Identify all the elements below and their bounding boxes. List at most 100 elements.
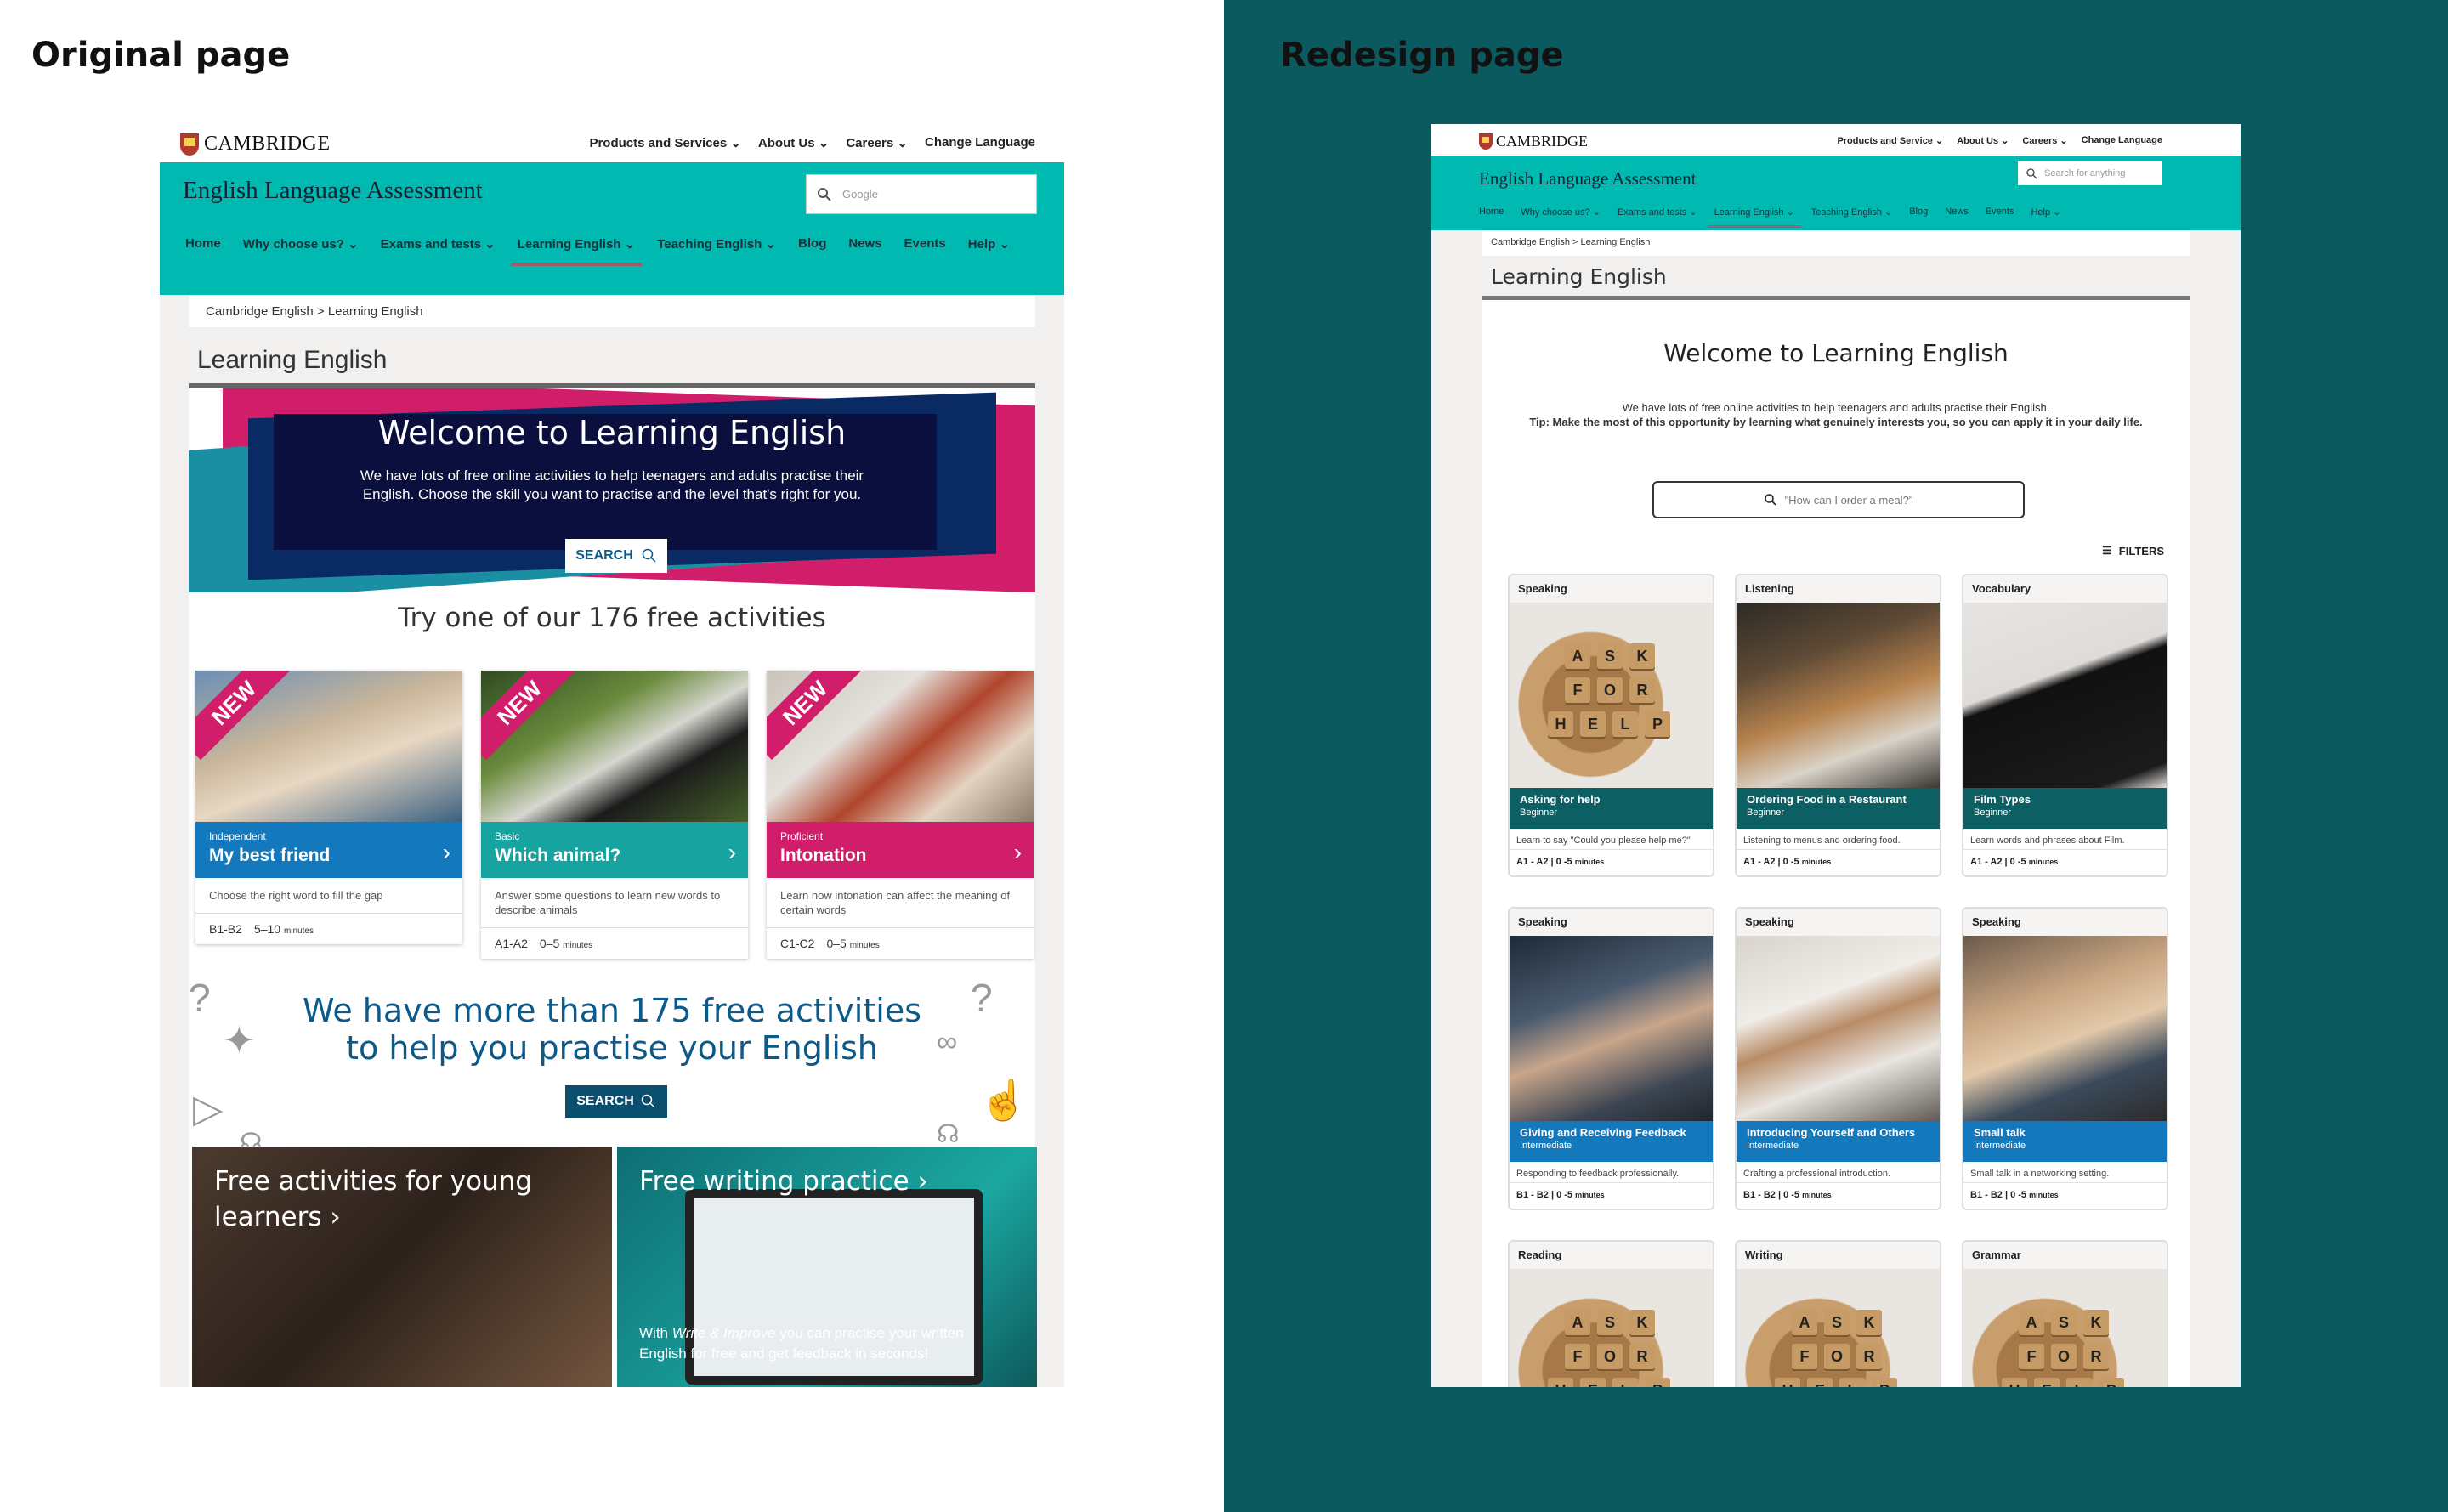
page-title: Learning English (189, 327, 1035, 388)
nav-events[interactable]: Events (904, 236, 946, 252)
activity-title: Introducing Yourself and Others (1747, 1126, 1916, 1139)
nav-why-choose-us[interactable]: Why choose us? ⌄ (243, 236, 359, 252)
nav-home[interactable]: Home (1479, 207, 1504, 218)
letter-tile: E (1807, 1378, 1833, 1387)
activity-category: Speaking (1510, 575, 1713, 603)
intro-tip: Tip: Make the most of this opportunity b… (1529, 416, 2143, 428)
activity-meta: C1-C2 0–5 minutes (767, 927, 1034, 959)
activity-band: Asking for help Beginner (1510, 788, 1713, 829)
cambridge-logo[interactable]: CAMBRIDGE (180, 133, 331, 156)
nav-blog[interactable]: Blog (1909, 207, 1928, 218)
letter-tile: E (1580, 711, 1606, 737)
letter-tile: F (1565, 677, 1590, 703)
nav-help[interactable]: Help ⌄ (2031, 207, 2060, 218)
letter-tile: F (1792, 1344, 1817, 1369)
activity-meta: B1 - B2 | 0 -5 minutes (1964, 1183, 2167, 1207)
search-placeholder: Search for anything (2044, 168, 2126, 178)
activity-card[interactable]: Writing ASK FOR HELP (1735, 1240, 1941, 1387)
letter-tile: F (2019, 1344, 2044, 1369)
meta-unit: minutes (1802, 1191, 1832, 1199)
nav-blog[interactable]: Blog (798, 236, 826, 252)
filters-button[interactable]: ☰ FILTERS (2102, 544, 2164, 558)
breadcrumb[interactable]: Cambridge English > Learning English (1482, 230, 2190, 256)
activity-card[interactable]: NEW Basic Which animal? › Answer some qu… (481, 671, 748, 959)
redesign-topbar: CAMBRIDGE Products and Service ⌄ About U… (1431, 124, 2241, 156)
nav-home[interactable]: Home (185, 236, 221, 252)
brand-name[interactable]: English Language Assessment (183, 177, 483, 205)
nav-help[interactable]: Help ⌄ (968, 236, 1010, 252)
activity-card[interactable]: Speaking Introducing Yourself and Others I… (1735, 907, 1941, 1210)
brand-name[interactable]: English Language Assessment (1479, 168, 1696, 190)
nav-news[interactable]: News (848, 236, 881, 252)
topnav-about[interactable]: About Us ⌄ (758, 135, 829, 150)
activity-card[interactable]: Speaking Giving and Receiving Feedback Int… (1508, 907, 1714, 1210)
welcome-heading: Welcome to Learning English (1663, 339, 2009, 367)
hero-search-button[interactable]: SEARCH (565, 539, 667, 573)
nav-exams[interactable]: Exams and tests ⌄ (381, 236, 496, 252)
more-activities-heading: We have more than 175 free activities to… (189, 992, 1035, 1067)
cambridge-logo[interactable]: CAMBRIDGE (1479, 133, 1588, 150)
writing-practice-promo[interactable]: Free writing practice › With Write & Imp… (617, 1147, 1037, 1387)
topnav-change-language[interactable]: Change Language (925, 135, 1035, 150)
nav-events[interactable]: Events (1986, 207, 2014, 218)
topnav-about[interactable]: About Us ⌄ (1957, 135, 2009, 146)
chevron-right-icon: › (442, 839, 450, 865)
search-input[interactable]: Google (806, 174, 1037, 214)
activity-band: Basic Which animal? › (481, 822, 748, 878)
time-value: 5–10 (253, 922, 281, 936)
promo-title-line: Free activities for young (214, 1166, 533, 1197)
topnav-label: About Us (757, 136, 815, 150)
activity-level: Beginner (1747, 807, 1785, 818)
young-learners-promo[interactable]: Free activities for young learners › (192, 1147, 612, 1387)
nav-why-choose-us[interactable]: Why choose us? ⌄ (1521, 207, 1601, 218)
activity-card[interactable]: Vocabulary Film Types Beginner Learn words … (1962, 574, 2168, 877)
nav-exams[interactable]: Exams and tests ⌄ (1618, 207, 1697, 218)
activity-image (1510, 936, 1713, 1121)
activity-card[interactable]: Reading ASK FOR HELP (1508, 1240, 1714, 1387)
topnav-products[interactable]: Products and Services ⌄ (589, 135, 740, 150)
activity-level: Proficient (780, 830, 824, 842)
activity-card[interactable]: Speaking A S K F O R H E L P Asking for help Beginne… (1508, 574, 1714, 877)
topnav-careers[interactable]: Careers ⌄ (846, 135, 908, 150)
topnav-products[interactable]: Products and Service ⌄ (1837, 135, 1943, 146)
breadcrumb[interactable]: Cambridge English > Learning English (189, 295, 1035, 327)
nav-learning-english[interactable]: Learning English ⌄ (1707, 207, 1802, 228)
search-input[interactable]: Search for anything (2018, 161, 2162, 185)
activity-meta: A1-A2 0–5 minutes (481, 927, 748, 959)
nav-teaching-english[interactable]: Teaching English ⌄ (657, 236, 776, 252)
activity-title: Giving and Receiving Feedback (1520, 1126, 1686, 1139)
nav-learning-english[interactable]: Learning English ⌄ (510, 236, 643, 266)
activity-description: Choose the right word to fill the gap (209, 889, 383, 902)
nav-news[interactable]: News (1945, 207, 1969, 218)
activity-card[interactable]: Grammar ASK FOR HELP (1962, 1240, 2168, 1387)
nav-teaching-english[interactable]: Teaching English ⌄ (1811, 207, 1892, 218)
letter-tile: P (1872, 1378, 1897, 1387)
activity-card[interactable]: Listening Ordering Food in a Restaurant Be… (1735, 574, 1941, 877)
letter-tile: F (1565, 1344, 1590, 1369)
letter-tile: A (1792, 1310, 1817, 1335)
original-topbar: CAMBRIDGE Products and Services ⌄ About … (160, 121, 1064, 162)
activity-category: Reading (1510, 1242, 1713, 1269)
activity-image: NEW (767, 671, 1034, 822)
redesign-content: Welcome to Learning English We have lots… (1482, 300, 2190, 1387)
activity-search-input[interactable]: "How can I order a meal?" (1652, 481, 2025, 518)
topnav-careers[interactable]: Careers ⌄ (2022, 135, 2067, 146)
letter-tile: O (2051, 1344, 2077, 1369)
video-camera-icon: ▷ (193, 1086, 224, 1130)
letter-tile: P (2099, 1378, 2124, 1387)
activity-search-placeholder: "How can I order a meal?" (1784, 493, 1913, 507)
redesign-page: CAMBRIDGE Products and Service ⌄ About U… (1431, 124, 2241, 1387)
activity-meta: A1 - A2 | 0 -5 minutes (1510, 850, 1713, 874)
meta-text: B1 - B2 | 0 -5 (1743, 1190, 1800, 1200)
activity-card[interactable]: NEW Proficient Intonation › Learn how in… (767, 671, 1034, 959)
logo-text: CAMBRIDGE (204, 133, 331, 155)
more-search-button[interactable]: SEARCH (565, 1085, 667, 1118)
activity-card[interactable]: Speaking Small talk Intermediate Small talk… (1962, 907, 2168, 1210)
page-title: Learning English (1482, 256, 2190, 300)
main-nav: Home Why choose us? ⌄ Exams and tests ⌄ … (185, 236, 1010, 266)
time-value: 0–5 (539, 937, 560, 950)
promo-title-text: Free writing practice (639, 1166, 910, 1197)
activity-card[interactable]: NEW Independent My best friend › Choose … (196, 671, 462, 944)
topnav-change-language[interactable]: Change Language (2082, 135, 2162, 146)
original-page: CAMBRIDGE Products and Services ⌄ About … (160, 121, 1064, 1387)
